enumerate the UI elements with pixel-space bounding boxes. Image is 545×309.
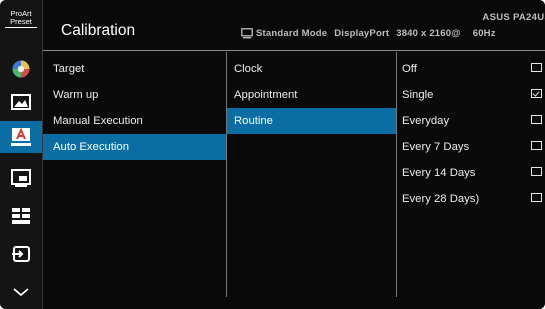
main-menu-rail: ProArt Preset [0, 0, 42, 309]
resolution: 3840 x 2160@ [396, 28, 461, 39]
option-label: Every 14 Days [402, 167, 476, 179]
chevron-down-icon [13, 288, 29, 297]
refresh-rate: 60Hz [472, 28, 496, 39]
osd-menu: ProArt Preset Calibration ASUS PA24US St… [0, 0, 545, 309]
header: Calibration ASUS PA24US Standard Mode Di… [43, 0, 545, 50]
menu-item-appointment[interactable]: Appointment [227, 82, 396, 108]
option-label: Everyday [402, 115, 450, 127]
menu-item-target[interactable]: Target [43, 56, 226, 82]
option-label: Off [402, 63, 417, 75]
page-title: Calibration [61, 22, 136, 39]
option-every-7-days[interactable]: Every 7 Days [397, 134, 545, 160]
proart-preset-logo[interactable]: ProArt Preset [5, 10, 37, 34]
settings-grid-icon [12, 208, 30, 224]
option-every-28-days[interactable]: Every 28 Days) [397, 186, 545, 212]
logo-line-2: Preset [5, 18, 37, 28]
menu-item-auto-execution[interactable]: Auto Execution [43, 134, 226, 160]
option-off[interactable]: Off [397, 56, 545, 82]
option-every-14-days[interactable]: Every 14 Days [397, 160, 545, 186]
menu-item-warm-up[interactable]: Warm up [43, 82, 226, 108]
sidebar-item-pip[interactable] [0, 162, 42, 194]
color-a-icon [11, 127, 31, 146]
checkbox[interactable] [531, 167, 542, 176]
option-everyday[interactable]: Everyday [397, 108, 545, 134]
main-panel: Calibration ASUS PA24US Standard Mode Di… [43, 0, 545, 309]
option-label: Single [402, 89, 434, 101]
sidebar-item-color[interactable] [0, 121, 42, 153]
color-mode: Standard Mode [256, 28, 328, 39]
model-name: ASUS PA24US [482, 12, 545, 23]
color-palette-icon [12, 60, 30, 78]
menu-item-manual-execution[interactable]: Manual Execution [43, 108, 226, 134]
option-label: Every 7 Days [402, 141, 470, 153]
checkbox-checked[interactable] [531, 89, 542, 98]
checkbox[interactable] [531, 115, 542, 124]
sidebar-item-input[interactable] [0, 238, 42, 270]
sidebar-item-color-palette[interactable] [0, 53, 42, 85]
menu-item-clock[interactable]: Clock [227, 56, 396, 82]
option-label: Every 28 Days) [402, 193, 480, 205]
menu-item-routine[interactable]: Routine [227, 108, 396, 134]
sidebar-item-image[interactable] [0, 86, 42, 118]
checkbox[interactable] [531, 193, 542, 202]
pip-icon [11, 169, 31, 187]
input-source: DisplayPort [334, 28, 390, 39]
sidebar-item-more[interactable] [0, 276, 42, 308]
sidebar-item-system[interactable] [0, 200, 42, 232]
checkbox[interactable] [531, 141, 542, 150]
checkbox[interactable] [531, 63, 542, 72]
status-bar: Standard Mode DisplayPort 3840 x 2160@ 6… [241, 28, 496, 39]
input-select-icon [12, 246, 30, 262]
image-icon [11, 94, 31, 110]
option-single[interactable]: Single [397, 82, 545, 108]
header-divider [43, 50, 545, 51]
monitor-icon [241, 28, 253, 39]
